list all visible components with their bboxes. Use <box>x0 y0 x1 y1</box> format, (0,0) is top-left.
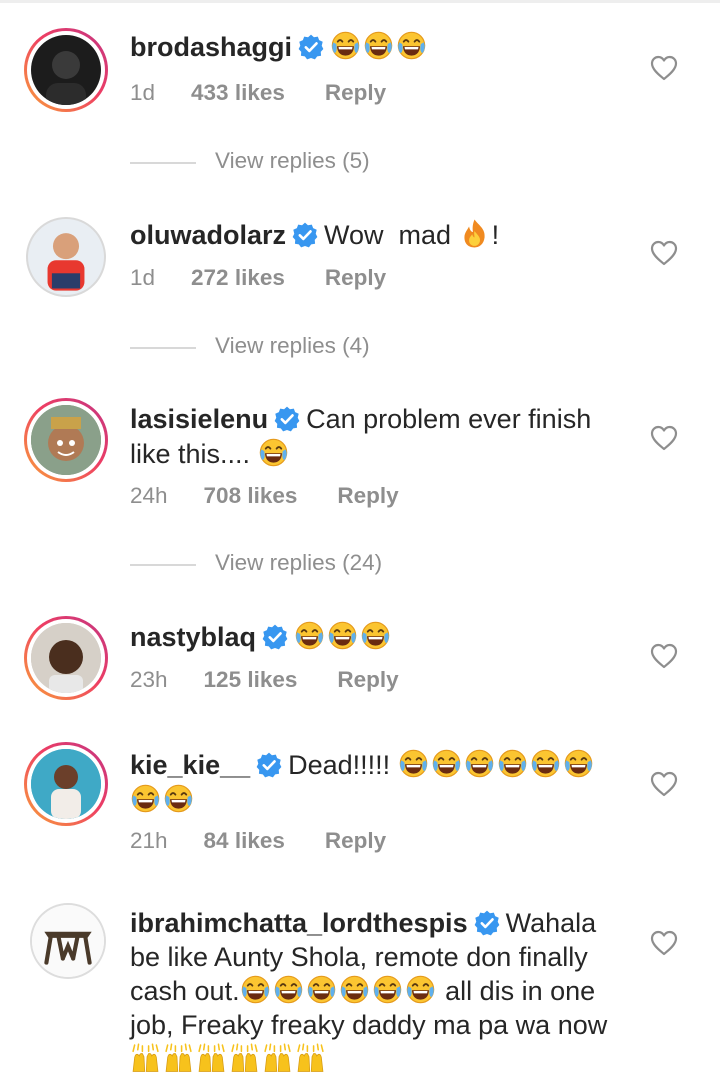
laugh-emoji <box>363 30 394 61</box>
top-divider <box>0 0 720 3</box>
verified-badge-icon <box>262 624 288 650</box>
likes-count[interactable]: 708 likes <box>204 483 298 509</box>
verified-badge-icon <box>292 222 318 248</box>
comment-username[interactable]: oluwadolarz <box>130 220 286 250</box>
heart-outline-icon[interactable] <box>650 425 678 451</box>
verified-badge-icon <box>256 752 282 778</box>
likes-count[interactable]: 433 likes <box>191 80 285 106</box>
laugh-emoji <box>273 974 304 1005</box>
laugh-emoji <box>398 748 429 779</box>
laugh-emoji <box>327 620 358 651</box>
comment-text-line4: job, Freaky freaky daddy ma pa wa now <box>130 1009 608 1040</box>
replies-divider <box>130 162 196 164</box>
reply-button[interactable]: Reply <box>325 80 386 106</box>
laugh-emoji <box>294 620 325 651</box>
laugh-emoji <box>130 783 161 814</box>
comment-text-line2: like this.... <box>130 438 251 469</box>
verified-badge-icon <box>274 406 300 432</box>
comment-time: 23h <box>130 667 168 692</box>
raising-hands-emoji <box>229 1042 260 1073</box>
reply-button[interactable]: Reply <box>337 667 398 693</box>
comment-text-line3b: all dis in one <box>445 976 596 1006</box>
heart-outline-icon[interactable] <box>650 643 678 669</box>
laugh-emoji <box>464 748 495 779</box>
comment-time: 1d <box>130 265 156 290</box>
avatar[interactable] <box>30 903 106 979</box>
raising-hands-emoji <box>262 1042 293 1073</box>
view-replies-label[interactable]: View replies (4) <box>215 333 370 359</box>
comment-text-suffix: ! <box>491 220 500 250</box>
comment-time: 21h <box>130 828 168 853</box>
raising-hands-emoji <box>130 1042 161 1073</box>
verified-badge-icon <box>474 910 500 936</box>
laugh-emoji <box>163 783 194 814</box>
laugh-emoji <box>497 748 528 779</box>
raising-hands-emoji <box>163 1042 194 1073</box>
reply-button[interactable]: Reply <box>325 828 386 854</box>
replies-divider <box>130 564 196 566</box>
avatar[interactable] <box>24 398 108 482</box>
avatar[interactable] <box>24 616 108 700</box>
comment-text: Can problem ever finish <box>306 404 592 434</box>
comment-text: Wahala <box>505 908 597 938</box>
verified-badge-icon <box>298 34 324 60</box>
likes-count[interactable]: 84 likes <box>204 828 285 854</box>
comment-text-line2: be like Aunty Shola, remote don finally <box>130 941 588 972</box>
comment-time: 24h <box>130 483 168 508</box>
laugh-emoji <box>372 974 403 1005</box>
comment-username[interactable]: nastyblaq <box>130 622 256 652</box>
avatar[interactable] <box>26 217 106 297</box>
heart-outline-icon[interactable] <box>650 771 678 797</box>
laugh-emoji <box>405 974 436 1005</box>
comment-text: Wow mad <box>324 220 452 250</box>
comment-username[interactable]: brodashaggi <box>130 32 292 62</box>
avatar[interactable] <box>24 28 108 112</box>
comment-time: 1d <box>130 80 156 105</box>
laugh-emoji <box>360 620 391 651</box>
heart-outline-icon[interactable] <box>650 240 678 266</box>
replies-divider <box>130 347 196 349</box>
laugh-emoji <box>431 748 462 779</box>
fire-emoji <box>459 218 490 249</box>
likes-count[interactable]: 125 likes <box>204 667 298 693</box>
avatar[interactable] <box>24 742 108 826</box>
laugh-emoji <box>306 974 337 1005</box>
laugh-emoji <box>330 30 361 61</box>
laugh-emoji <box>563 748 594 779</box>
laugh-emoji <box>339 974 370 1005</box>
laugh-emoji <box>240 974 271 1005</box>
comment-text: Dead!!!!! <box>288 750 391 780</box>
comment-text-line3: cash out. <box>130 976 240 1006</box>
laugh-emoji <box>396 30 427 61</box>
heart-outline-icon[interactable] <box>650 55 678 81</box>
view-replies-label[interactable]: View replies (24) <box>215 550 382 576</box>
comment-username[interactable]: ibrahimchatta_lordthespis <box>130 908 468 938</box>
raising-hands-emoji <box>196 1042 227 1073</box>
raising-hands-emoji <box>295 1042 326 1073</box>
heart-outline-icon[interactable] <box>650 930 678 956</box>
comment-username[interactable]: kie_kie__ <box>130 750 250 780</box>
reply-button[interactable]: Reply <box>325 265 386 291</box>
comment-username[interactable]: lasisielenu <box>130 404 268 434</box>
laugh-emoji <box>530 748 561 779</box>
view-replies-label[interactable]: View replies (5) <box>215 148 370 174</box>
laugh-emoji <box>258 437 289 468</box>
likes-count[interactable]: 272 likes <box>191 265 285 291</box>
reply-button[interactable]: Reply <box>337 483 398 509</box>
